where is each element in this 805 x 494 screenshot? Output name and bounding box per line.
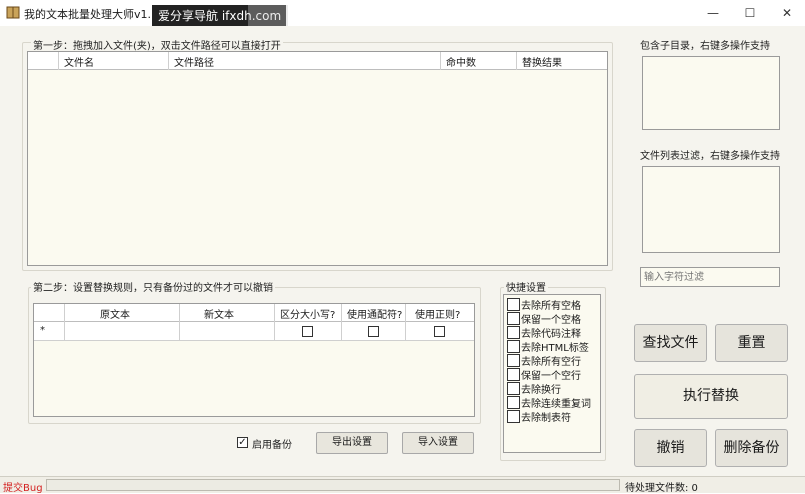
- case-sensitive-checkbox[interactable]: [302, 326, 313, 337]
- export-settings-button[interactable]: 导出设置: [316, 432, 388, 454]
- column-separator: [274, 322, 275, 341]
- col-case-sensitive[interactable]: 区分大小写?: [280, 306, 335, 321]
- pending-files-count: 待处理文件数: 0: [625, 483, 698, 494]
- quick-item[interactable]: 去除换行: [507, 381, 599, 396]
- col-original-text[interactable]: 原文本: [100, 306, 130, 321]
- backup-label: 启用备份: [252, 440, 292, 451]
- quick-item-checkbox[interactable]: [507, 410, 520, 423]
- column-separator: [64, 304, 65, 322]
- col-result[interactable]: 替换结果: [522, 54, 562, 69]
- reset-button[interactable]: 重置: [715, 324, 788, 362]
- quick-item-label: 保留一个空行: [521, 371, 581, 382]
- quick-item-checkbox[interactable]: [507, 298, 520, 311]
- app-book-icon: [6, 6, 20, 19]
- quick-item-label: 去除代码注释: [521, 329, 581, 340]
- undo-button[interactable]: 撤销: [634, 429, 707, 467]
- filter-label: 文件列表过滤，右键多操作支持: [640, 151, 780, 162]
- quick-item-checkbox[interactable]: [507, 354, 520, 367]
- quick-item[interactable]: 保留一个空行: [507, 367, 599, 382]
- import-settings-button[interactable]: 导入设置: [402, 432, 474, 454]
- quick-item-checkbox[interactable]: [507, 340, 520, 353]
- quick-item[interactable]: 去除代码注释: [507, 325, 599, 340]
- status-bar: 提交Bug 待处理文件数: 0: [0, 476, 805, 494]
- submit-bug-link[interactable]: 提交Bug: [3, 479, 43, 494]
- subdir-label: 包含子目录，右键多操作支持: [640, 41, 770, 52]
- col-filename[interactable]: 文件名: [64, 54, 94, 69]
- column-separator: [341, 304, 342, 322]
- column-separator: [405, 322, 406, 341]
- quick-item-checkbox[interactable]: [507, 326, 520, 339]
- column-separator: [179, 304, 180, 322]
- quick-item[interactable]: 去除制表符: [507, 409, 599, 424]
- close-button[interactable]: ✕: [771, 3, 803, 23]
- delete-backup-button[interactable]: 删除备份: [715, 429, 788, 467]
- quick-item[interactable]: 保留一个空格: [507, 311, 599, 326]
- column-separator: [58, 52, 59, 70]
- quick-item[interactable]: 去除连续重复词: [507, 395, 599, 410]
- col-wildcard[interactable]: 使用通配符?: [347, 306, 402, 321]
- step1-label: 第一步：拖拽加入文件(夹)，双击文件路径可以直接打开: [31, 37, 283, 52]
- quick-item-label: 去除连续重复词: [521, 399, 591, 410]
- quick-item-checkbox[interactable]: [507, 396, 520, 409]
- quick-item-label: 保留一个空格: [521, 315, 581, 326]
- column-separator: [168, 52, 169, 70]
- backup-checkbox[interactable]: ✓: [237, 437, 248, 448]
- col-filepath[interactable]: 文件路径: [174, 54, 214, 69]
- column-separator: [274, 304, 275, 322]
- find-files-button[interactable]: 查找文件: [634, 324, 707, 362]
- maximize-button[interactable]: ☐: [734, 3, 766, 23]
- col-new-text[interactable]: 新文本: [204, 306, 234, 321]
- execute-replace-button[interactable]: 执行替换: [634, 374, 788, 419]
- regex-checkbox[interactable]: [434, 326, 445, 337]
- quick-item-checkbox[interactable]: [507, 382, 520, 395]
- quick-item[interactable]: 去除所有空格: [507, 297, 599, 312]
- column-separator: [179, 322, 180, 341]
- col-hits[interactable]: 命中数: [446, 54, 476, 69]
- column-separator: [516, 52, 517, 70]
- quick-item[interactable]: 去除所有空行: [507, 353, 599, 368]
- file-list-header: 文件名 文件路径 命中数 替换结果: [28, 52, 607, 70]
- filter-input[interactable]: [640, 267, 780, 287]
- quick-item-label: 去除换行: [521, 385, 561, 396]
- wildcard-checkbox[interactable]: [368, 326, 379, 337]
- column-separator: [64, 322, 65, 341]
- quick-item-label: 去除所有空行: [521, 357, 581, 368]
- minimize-button[interactable]: —: [697, 3, 729, 23]
- quick-item-checkbox[interactable]: [507, 312, 520, 325]
- title-bar: 我的文本批量处理大师v1.1.0 by 爱分享导航 ifxdh.com — ☐ …: [0, 0, 805, 27]
- column-separator: [440, 52, 441, 70]
- rules-header: 原文本 新文本 区分大小写? 使用通配符? 使用正则?: [34, 304, 474, 322]
- step2-label: 第二步：设置替换规则，只有备份过的文件才可以撤销: [31, 279, 275, 294]
- filter-list-box[interactable]: [642, 166, 780, 253]
- column-separator: [341, 322, 342, 341]
- subdir-textbox[interactable]: [642, 56, 780, 130]
- blurred-region: [248, 5, 288, 27]
- progress-bar: [46, 479, 620, 491]
- quick-settings-label: 快捷设置: [504, 279, 548, 294]
- col-regex[interactable]: 使用正则?: [415, 306, 460, 321]
- file-list-grid[interactable]: 文件名 文件路径 命中数 替换结果: [27, 51, 608, 266]
- quick-item-label: 去除制表符: [521, 413, 571, 424]
- rules-new-row[interactable]: *: [34, 322, 474, 341]
- quick-item-checkbox[interactable]: [507, 368, 520, 381]
- new-row-marker: *: [40, 325, 45, 336]
- rules-grid[interactable]: 原文本 新文本 区分大小写? 使用通配符? 使用正则? *: [33, 303, 475, 417]
- column-separator: [405, 304, 406, 322]
- quick-item-label: 去除所有空格: [521, 301, 581, 312]
- quick-item[interactable]: 去除HTML标签: [507, 339, 599, 354]
- quick-item-label: 去除HTML标签: [521, 343, 589, 354]
